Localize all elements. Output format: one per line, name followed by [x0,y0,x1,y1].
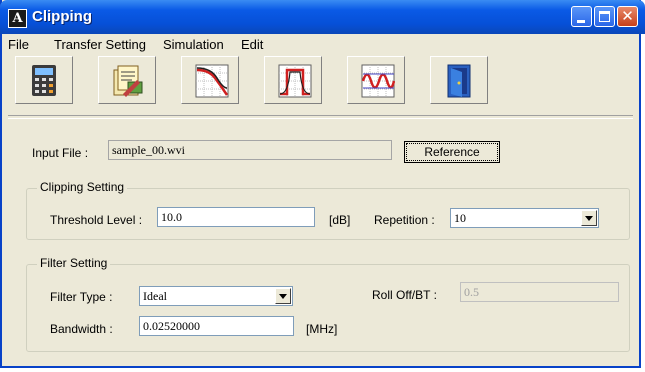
clipping-setting-legend: Clipping Setting [37,180,128,194]
filter-graph-button[interactable] [264,56,322,104]
menu-file[interactable]: File [8,37,29,52]
maximize-icon [599,11,610,22]
window-title: Clipping [32,8,92,25]
exit-button[interactable] [430,56,488,104]
bandwidth-label: Bandwidth : [50,322,113,336]
threshold-unit: [dB] [329,213,351,227]
chevron-down-icon[interactable] [581,210,597,226]
calculator-icon [32,65,56,96]
filter-type-value: Ideal [143,289,167,303]
menu-simulation[interactable]: Simulation [163,37,224,52]
menu-edit[interactable]: Edit [241,37,263,52]
document-edit-button[interactable] [98,56,156,104]
repetition-select[interactable]: 10 [450,208,599,228]
roll-off-label: Roll Off/BT : [372,288,437,302]
close-icon: ✕ [621,7,634,25]
filter-type-select[interactable]: Ideal [139,286,293,306]
repetition-value: 10 [454,211,466,225]
curve-graph-icon [195,64,229,98]
curve-graph-button[interactable] [181,56,239,104]
minimize-button[interactable] [571,6,592,27]
exit-door-icon [447,64,471,98]
filter-setting-legend: Filter Setting [37,256,111,270]
waveform-graph-button[interactable] [347,56,405,104]
reference-button[interactable]: Reference [404,141,500,163]
toolbar [2,56,639,108]
app-icon: A [8,9,27,28]
bandwidth-input[interactable]: 0.02520000 [139,316,294,336]
input-file-label: Input File : [32,146,89,160]
filter-setting-group [26,264,630,352]
waveform-graph-icon [361,64,395,98]
threshold-level-label: Threshold Level : [50,213,143,227]
menu-bar: File Transfer Setting Simulation Edit [2,34,639,54]
chevron-down-icon[interactable] [275,288,291,304]
minimize-icon [577,20,585,23]
repetition-label: Repetition : [374,213,435,227]
menu-transfer-setting[interactable]: Transfer Setting [54,37,146,52]
threshold-level-input[interactable]: 10.0 [157,207,315,227]
filter-graph-icon [278,64,312,98]
title-bar[interactable]: A Clipping ✕ [0,0,645,34]
calculator-button[interactable] [15,56,73,104]
bandwidth-unit: [MHz] [306,322,338,336]
document-edit-icon [113,65,143,97]
toolbar-separator [8,115,633,119]
maximize-button[interactable] [594,6,615,27]
close-button[interactable]: ✕ [617,6,638,27]
input-file-field[interactable]: sample_00.wvi [108,140,392,160]
filter-type-label: Filter Type : [50,290,113,304]
roll-off-input[interactable]: 0.5 [460,282,619,302]
reference-button-label: Reference [406,143,498,161]
